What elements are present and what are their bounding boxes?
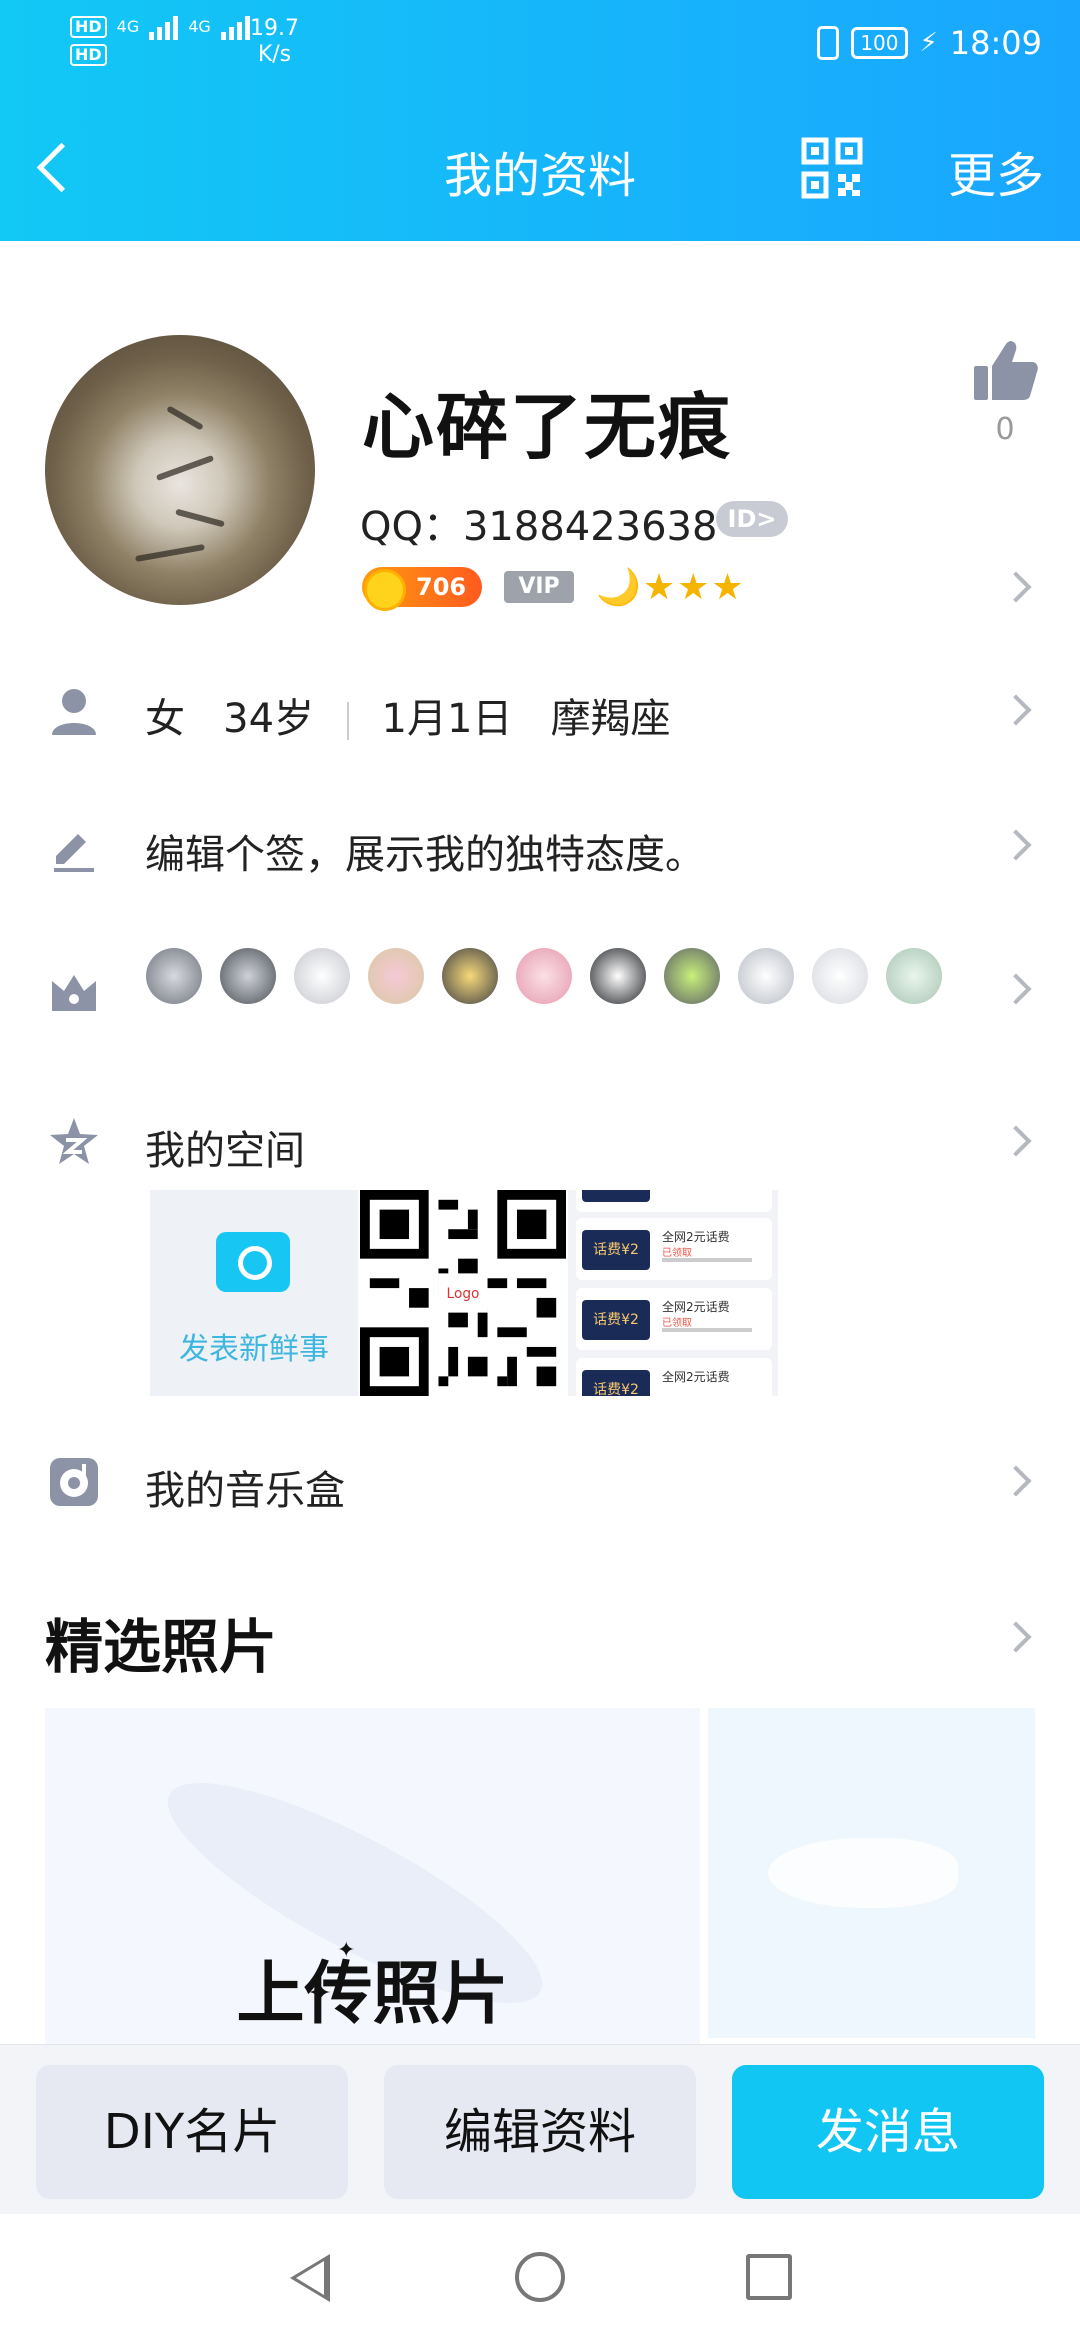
birthday: 1月1日	[381, 696, 513, 742]
pencil-icon	[48, 820, 100, 872]
like-count: 0	[995, 412, 1015, 447]
nav-home-icon[interactable]	[515, 2252, 565, 2302]
coupon-card: 话费¥2 全网2元话费 已领取	[576, 1218, 772, 1280]
basic-info[interactable]: 女 34岁 1月1日 摩羯座	[145, 686, 671, 744]
status-bar: HD 4G 4G HD 19.7 K/s 100 ⚡ 18:09	[0, 0, 1080, 95]
vip-badge[interactable]: VIP	[504, 571, 574, 603]
chevron-right-icon[interactable]	[1000, 1621, 1032, 1653]
post-new-label: 发表新鲜事	[179, 1332, 329, 1367]
chevron-right-icon[interactable]	[1000, 694, 1032, 726]
svg-text:Logo: Logo	[447, 1286, 480, 1302]
header: HD 4G 4G HD 19.7 K/s 100 ⚡ 18:09 我的资料 更多	[0, 0, 1080, 241]
coupon-card: 话费¥2 全网2元话费 已领取	[576, 1288, 772, 1350]
chevron-right-icon[interactable]	[1000, 1125, 1032, 1157]
badge-icon	[146, 948, 202, 1004]
badge-icon	[442, 948, 498, 1004]
camera-icon	[216, 1232, 290, 1292]
upload-photo-label: 上传照片	[236, 1955, 509, 2034]
photos-section-title: 精选照片	[45, 1613, 278, 1681]
badge-icon	[664, 948, 720, 1004]
chevron-right-icon[interactable]	[1000, 829, 1032, 861]
page-title: 我的资料	[443, 148, 636, 204]
network-type-2: 4G	[188, 17, 211, 36]
network-speed-value: 19.7	[250, 16, 299, 41]
zodiac: 摩羯座	[550, 696, 671, 742]
badge-icon	[294, 948, 350, 1004]
nav-recents-icon[interactable]	[746, 2254, 792, 2300]
system-nav-bar	[0, 2214, 1080, 2340]
bottom-action-bar: DIY名片 编辑资料 发消息	[0, 2044, 1080, 2214]
crown-icon	[48, 965, 100, 1017]
qq-number: QQ：3188423638	[360, 504, 718, 550]
post-new-tile[interactable]: 发表新鲜事	[150, 1190, 358, 1396]
send-message-button[interactable]: 发消息	[732, 2065, 1044, 2199]
hd-badge-2: HD	[70, 44, 107, 66]
person-icon	[48, 685, 100, 737]
hd-badge-1: HD	[70, 16, 107, 38]
battery-indicator: 100	[851, 27, 908, 59]
music-label[interactable]: 我的音乐盒	[145, 1458, 345, 1516]
nav-bar: 我的资料 更多	[0, 108, 1080, 228]
chevron-right-icon[interactable]	[1000, 973, 1032, 1005]
id-badge[interactable]: ID>	[716, 501, 788, 537]
badge-icon	[368, 948, 424, 1004]
rank-icons: 🌙★★★	[596, 567, 746, 608]
upload-photo-tile[interactable]: ✦ ✦ ✦ 上传照片	[45, 1708, 700, 2048]
featured-photos: ✦ ✦ ✦ 上传照片 ✦ ✦	[45, 1708, 1035, 2048]
gender: 女	[145, 696, 185, 742]
coupon-card: 话费¥2 全网2元话费	[576, 1358, 772, 1396]
coupon-thumbnail[interactable]: 话费¥2 话费¥2 全网2元话费 已领取 话费¥2 全网2元话费 已领取 话费¥…	[568, 1190, 778, 1396]
vibrate-icon	[817, 26, 840, 60]
clock: 18:09	[949, 24, 1042, 62]
network-type-1: 4G	[116, 17, 140, 36]
network-speed: 19.7 K/s	[250, 16, 299, 68]
music-box-icon	[48, 1456, 100, 1508]
more-button[interactable]: 更多	[948, 136, 1044, 206]
divider	[346, 702, 349, 740]
coupon-card: 话费¥2	[576, 1190, 772, 1212]
status-right: 100 ⚡ 18:09	[817, 24, 1042, 62]
qzone-star-icon	[48, 1116, 100, 1168]
level-badge[interactable]: 706	[362, 567, 482, 611]
qr-code-thumbnail[interactable]: Logo	[358, 1190, 568, 1396]
space-label[interactable]: 我的空间	[145, 1118, 305, 1176]
badge-icon	[220, 948, 276, 1004]
qr-code-icon[interactable]	[800, 136, 864, 200]
badge-icon	[516, 948, 572, 1004]
signal-icon-1	[149, 14, 179, 40]
nickname: 心碎了无痕	[362, 385, 733, 469]
network-speed-unit: K/s	[257, 42, 292, 67]
thumbs-up-icon[interactable]	[970, 336, 1040, 406]
diy-card-button[interactable]: DIY名片	[36, 2065, 348, 2199]
signal-icon-2	[220, 14, 250, 40]
avatar[interactable]	[45, 335, 315, 605]
badge-icon	[812, 948, 868, 1004]
fish-illustration	[768, 1838, 958, 1908]
age: 34岁	[223, 696, 315, 742]
chevron-right-icon[interactable]	[1000, 571, 1032, 603]
nav-back-icon[interactable]	[290, 2254, 330, 2302]
badge-list[interactable]	[146, 948, 942, 1004]
badge-icon	[886, 948, 942, 1004]
badge-icon	[738, 948, 794, 1004]
charging-icon: ⚡	[919, 28, 938, 58]
photo-thumbnail[interactable]	[708, 1708, 1035, 2038]
chevron-right-icon[interactable]	[1000, 1465, 1032, 1497]
edit-profile-button[interactable]: 编辑资料	[384, 2065, 696, 2199]
signature-input[interactable]: 编辑个签，展示我的独特态度。	[145, 822, 705, 880]
badge-icon	[590, 948, 646, 1004]
space-preview[interactable]: 发表新鲜事 Logo 话费¥2 全网2元话费 已领取 话费¥2 全网2元话费 已…	[150, 1190, 778, 1396]
network-indicators: HD 4G 4G HD	[70, 14, 250, 66]
